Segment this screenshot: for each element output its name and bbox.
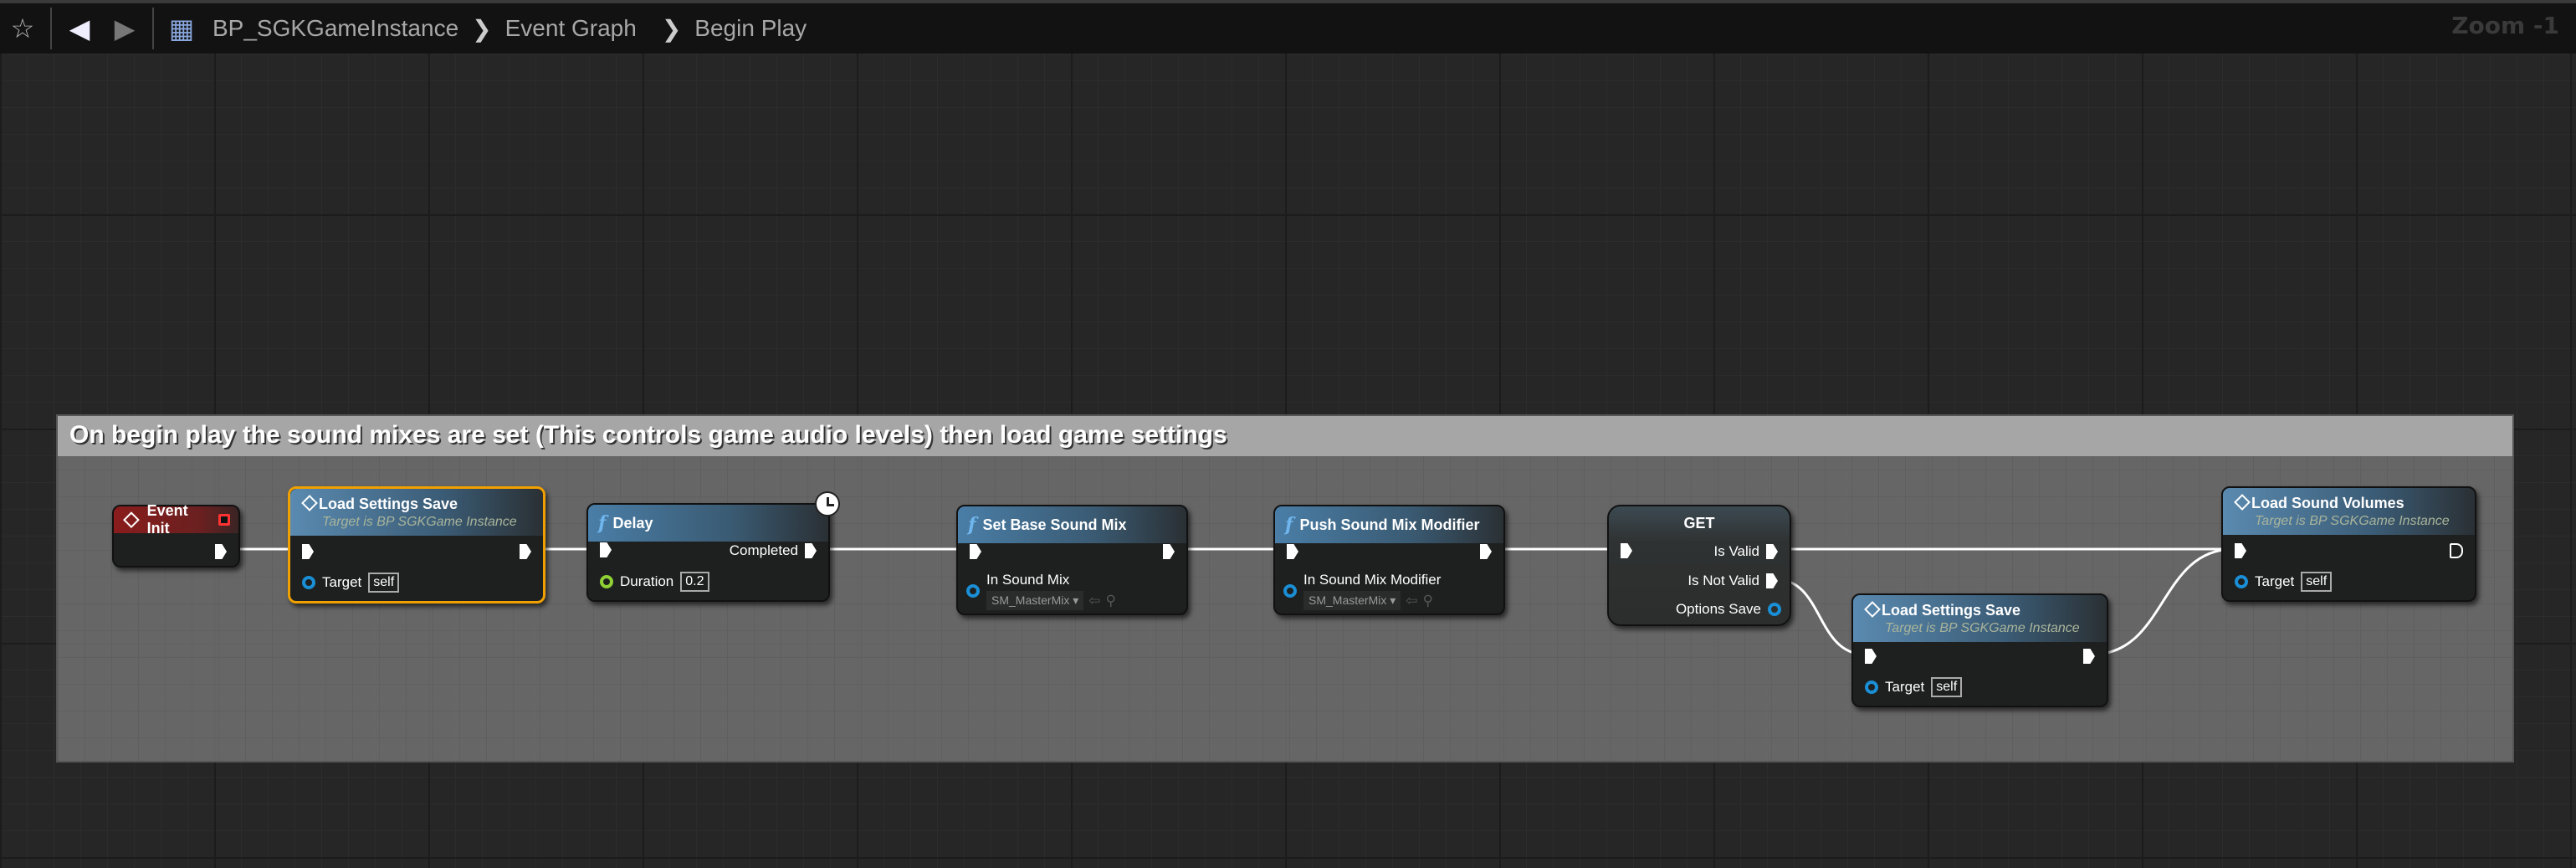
function-icon: f <box>598 512 607 534</box>
node-set-base-sound-mix[interactable]: f Set Base Sound Mix In Sound Mix SM_Maste… <box>956 505 1188 615</box>
exec-in-pin[interactable] <box>1287 544 1298 559</box>
function-icon: f <box>1285 514 1293 536</box>
function-icon: f <box>968 514 976 536</box>
browse-icon[interactable]: ⚲ <box>1106 593 1116 609</box>
node-get-validated[interactable]: GET Is Valid Is Not Valid Options Save <box>1607 505 1791 626</box>
pin-label: Target <box>2255 573 2295 589</box>
node-subtitle: Target is BP SGKGame Instance <box>1885 621 2080 635</box>
exec-out-pin[interactable] <box>2083 649 2095 664</box>
node-load-settings-save-2[interactable]: Load Settings Save Target is BP SGKGame I… <box>1851 593 2108 707</box>
node-subtitle: Target is BP SGKGame Instance <box>2255 514 2450 528</box>
event-icon <box>123 511 140 528</box>
pin-label: In Sound Mix Modifier <box>1303 572 1442 588</box>
node-title: Event Init <box>146 502 188 537</box>
wires <box>226 547 2235 656</box>
sound-mix-modifier-pin[interactable] <box>1283 584 1297 598</box>
event-icon <box>1864 601 1881 618</box>
pin-label: Duration <box>620 573 674 589</box>
exec-out-pin[interactable] <box>2450 543 2463 558</box>
exec-out-pin[interactable] <box>1163 544 1175 559</box>
node-title: Set Base Sound Mix <box>982 516 1127 533</box>
pin-label: In Sound Mix <box>986 572 1070 588</box>
pin-label: Is Not Valid <box>1687 573 1759 588</box>
node-event-init[interactable]: Event Init <box>112 502 240 568</box>
node-subtitle: Target is BP SGKGame Instance <box>322 515 517 529</box>
exec-in-pin[interactable] <box>302 544 314 559</box>
target-value[interactable]: self <box>1931 677 1963 697</box>
dropdown-value: SM_MasterMix <box>991 593 1070 607</box>
pin-label: Completed <box>729 542 798 558</box>
node-delay[interactable]: f Delay Completed Duration 0.2 <box>586 491 840 602</box>
exec-in-pin[interactable] <box>1621 543 1632 558</box>
sound-mix-dropdown[interactable]: SM_MasterMix ▾ <box>1303 591 1401 610</box>
pin-label: Is Valid <box>1713 543 1760 559</box>
node-title: Load Settings Save <box>319 496 458 512</box>
is-valid-pin[interactable] <box>1766 544 1778 559</box>
target-pin[interactable] <box>2235 575 2248 588</box>
exec-out-pin[interactable] <box>805 543 817 558</box>
duration-input[interactable]: 0.2 <box>680 572 709 592</box>
use-asset-icon[interactable]: ⇦ <box>1088 593 1100 609</box>
clock-icon <box>815 491 840 516</box>
use-asset-icon[interactable]: ⇦ <box>1406 593 1417 609</box>
pin-label: Options Save <box>1675 601 1761 617</box>
node-title: GET <box>1683 515 1715 532</box>
exec-out-pin[interactable] <box>1480 544 1492 559</box>
node-title: Delay <box>612 514 653 532</box>
browse-icon[interactable]: ⚲ <box>1423 593 1433 609</box>
exec-out-pin[interactable] <box>520 544 531 559</box>
pin-label: Target <box>1885 679 1925 695</box>
dropdown-value: SM_MasterMix <box>1308 593 1387 607</box>
node-load-sound-volumes[interactable]: Load Sound Volumes Target is BP SGKGame I… <box>2221 486 2476 602</box>
delegate-pin-icon[interactable] <box>218 514 230 526</box>
target-value[interactable]: self <box>2301 572 2333 592</box>
exec-in-pin[interactable] <box>970 544 981 559</box>
target-pin[interactable] <box>1865 681 1878 694</box>
event-icon <box>2234 494 2251 511</box>
duration-pin[interactable] <box>600 575 613 588</box>
node-push-sound-mix-modifier[interactable]: f Push Sound Mix Modifier In Sound Mix Mo… <box>1273 505 1505 615</box>
node-title: Load Sound Volumes <box>2251 495 2404 511</box>
node-title: Push Sound Mix Modifier <box>1299 516 1480 533</box>
target-pin[interactable] <box>302 576 315 589</box>
options-save-pin[interactable] <box>1768 603 1781 616</box>
sound-mix-pin[interactable] <box>966 584 980 598</box>
event-icon <box>301 495 318 511</box>
exec-in-pin[interactable] <box>600 542 612 557</box>
node-title: Load Settings Save <box>1882 602 2021 619</box>
target-value[interactable]: self <box>368 573 400 593</box>
sound-mix-dropdown[interactable]: SM_MasterMix ▾ <box>986 591 1084 610</box>
exec-in-pin[interactable] <box>2235 543 2246 558</box>
exec-wire <box>2091 547 2235 656</box>
pin-label: Target <box>322 574 362 590</box>
exec-out-pin[interactable] <box>215 544 227 559</box>
exec-in-pin[interactable] <box>1865 649 1877 664</box>
node-load-settings-save[interactable]: Load Settings Save Target is BP SGKGame I… <box>288 486 545 603</box>
is-not-valid-pin[interactable] <box>1766 573 1778 588</box>
